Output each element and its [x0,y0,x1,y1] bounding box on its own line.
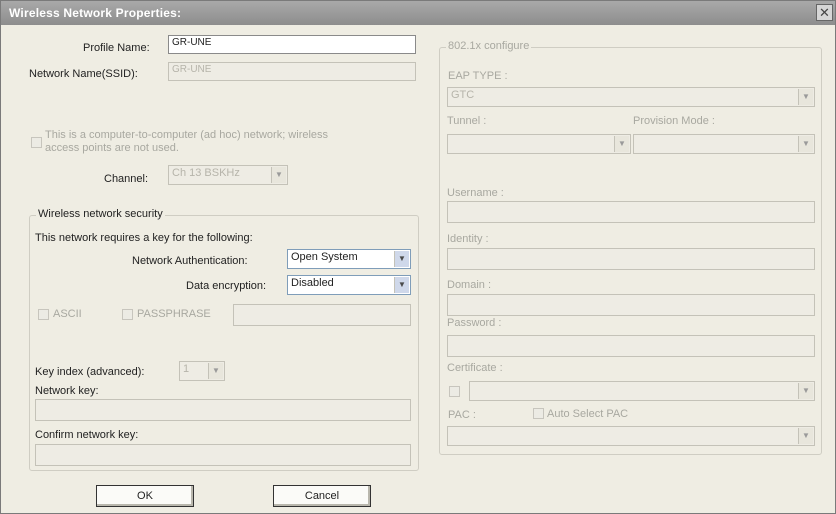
auth-select[interactable]: Open System ▼ [287,249,411,269]
encryption-label: Data encryption: [186,280,267,292]
provision-mode-label: Provision Mode : [633,115,715,127]
ssid-label: Network Name(SSID): [29,68,138,80]
confirm-key-input[interactable] [35,444,411,466]
adhoc-label-line2: access points are not used. [45,142,179,154]
channel-value: Ch 13 BSKHz [172,167,240,179]
domain-label: Domain : [447,279,492,291]
certificate-checkbox[interactable] [449,386,460,397]
confirm-key-label: Confirm network key: [35,429,139,441]
adhoc-checkbox[interactable] [31,137,42,148]
pac-label: PAC : [448,409,476,421]
window-title: Wireless Network Properties: [9,6,182,20]
encryption-value: Disabled [291,277,334,289]
chevron-down-icon: ▼ [798,428,813,444]
tunnel-label: Tunnel : [447,115,487,127]
passphrase-checkbox[interactable] [122,309,133,320]
username-label: Username : [447,187,504,199]
auth-value: Open System [291,251,358,263]
profile-name-input[interactable]: GR-UNE [168,35,416,54]
passphrase-label: PASSPHRASE [137,308,211,320]
adhoc-label-line1: This is a computer-to-computer (ad hoc) … [45,129,329,141]
chevron-down-icon: ▼ [394,277,409,293]
certificate-select[interactable]: ▼ [469,381,815,401]
requires-key-label: This network requires a key for the foll… [35,232,253,244]
close-icon[interactable]: ✕ [816,4,833,21]
key-index-select[interactable]: 1 ▼ [179,361,225,381]
ok-button[interactable]: OK [96,485,194,507]
chevron-down-icon: ▼ [271,167,286,183]
encryption-select[interactable]: Disabled ▼ [287,275,411,295]
auto-select-pac-checkbox[interactable] [533,408,544,419]
eap-type-label: EAP TYPE : [448,70,508,82]
ascii-label: ASCII [53,308,82,320]
chevron-down-icon: ▼ [798,383,813,399]
channel-label: Channel: [104,173,149,185]
domain-input[interactable] [447,294,815,316]
key-index-value: 1 [183,363,190,375]
network-key-input[interactable] [35,399,411,421]
security-legend: Wireless network security [36,208,165,220]
password-label: Password : [447,317,502,329]
identity-input[interactable] [447,248,815,270]
title-bar[interactable]: Wireless Network Properties: ✕ [1,1,835,25]
chevron-down-icon: ▼ [798,89,813,105]
chevron-down-icon: ▼ [614,136,629,152]
provision-mode-select[interactable]: ▼ [633,134,815,154]
pac-select[interactable]: ▼ [447,426,815,446]
passphrase-input[interactable] [233,304,411,326]
tunnel-select[interactable]: ▼ [447,134,631,154]
cancel-button[interactable]: Cancel [273,485,371,507]
chevron-down-icon: ▼ [208,363,223,379]
chevron-down-icon: ▼ [394,251,409,267]
eap-type-value: GTC [451,89,475,101]
eap-legend: 802.1x configure [446,40,532,52]
password-input[interactable] [447,335,815,357]
ssid-input[interactable]: GR-UNE [168,62,416,81]
chevron-down-icon: ▼ [798,136,813,152]
username-input[interactable] [447,201,815,223]
certificate-label: Certificate : [447,362,503,374]
auto-select-pac-label: Auto Select PAC [547,408,629,420]
dialog-window: Wireless Network Properties: ✕ Profile N… [0,0,836,514]
identity-label: Identity : [447,233,489,245]
key-index-label: Key index (advanced): [35,366,145,378]
eap-type-select[interactable]: GTC ▼ [447,87,815,107]
channel-select[interactable]: Ch 13 BSKHz ▼ [168,165,288,185]
profile-name-label: Profile Name: [83,42,150,54]
auth-label: Network Authentication: [132,255,248,267]
ascii-checkbox[interactable] [38,309,49,320]
network-key-label: Network key: [35,385,99,397]
